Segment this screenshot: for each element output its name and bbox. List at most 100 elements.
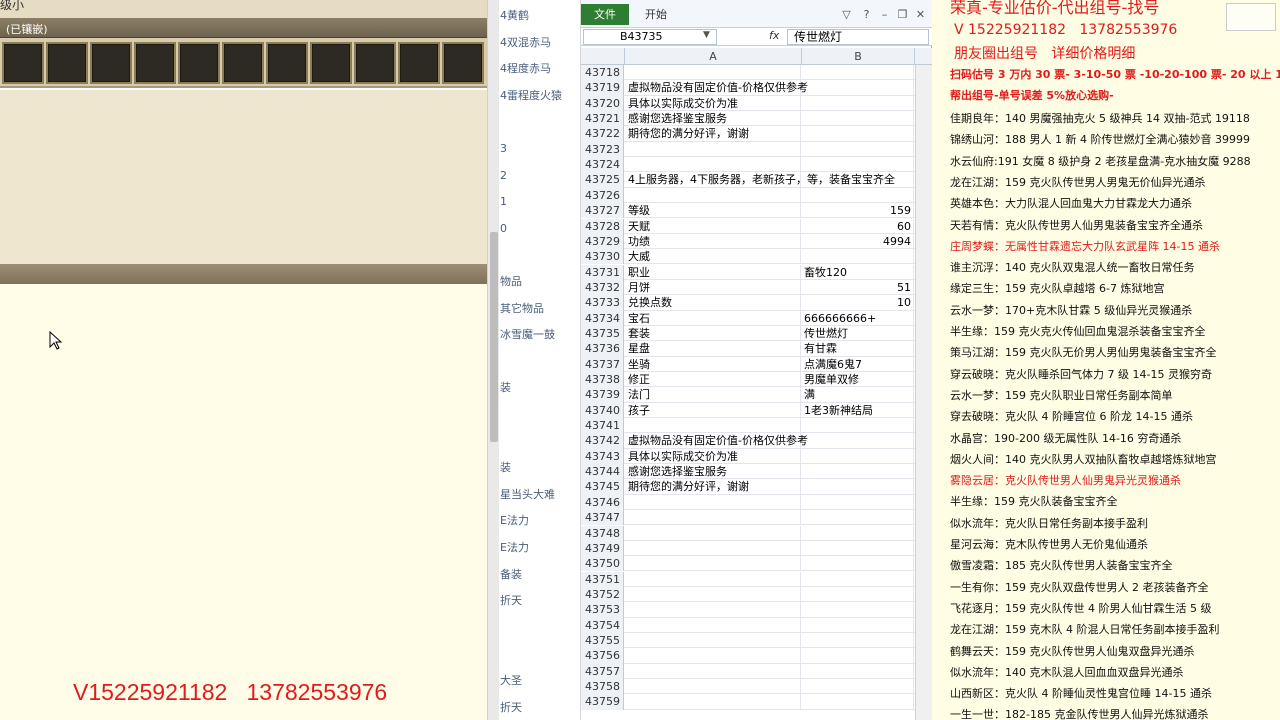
- cell-b[interactable]: [802, 479, 914, 495]
- list-item[interactable]: [499, 348, 580, 376]
- inventory-slot[interactable]: [310, 42, 352, 84]
- row-number[interactable]: 43735: [581, 325, 624, 342]
- cell-b[interactable]: [802, 157, 914, 173]
- list-item[interactable]: 折天: [499, 587, 580, 615]
- row-number[interactable]: 43722: [581, 126, 624, 142]
- cell-a[interactable]: [626, 648, 801, 664]
- list-item[interactable]: 备装: [499, 561, 580, 589]
- cell-b[interactable]: 点满魔6鬼7: [802, 356, 914, 372]
- cell-a[interactable]: 期待您的满分好评，谢谢: [626, 479, 801, 495]
- cell-b[interactable]: [802, 494, 914, 511]
- cell-a[interactable]: [626, 663, 801, 679]
- list-item[interactable]: 0: [499, 215, 580, 243]
- cell-a[interactable]: 具体以实际成交价为准: [626, 95, 801, 111]
- row-number[interactable]: 43752: [581, 586, 624, 603]
- list-item[interactable]: E法力: [499, 534, 580, 562]
- cell-a[interactable]: 功绩: [626, 233, 801, 250]
- row-number[interactable]: 43741: [581, 418, 624, 434]
- inventory-slot[interactable]: [354, 42, 396, 84]
- cell-a[interactable]: [626, 187, 801, 204]
- cell-b[interactable]: [802, 249, 914, 265]
- cell-b[interactable]: [802, 172, 914, 188]
- select-all-corner[interactable]: [581, 48, 625, 65]
- row-number[interactable]: 43743: [581, 448, 624, 465]
- cell-b[interactable]: [802, 126, 914, 142]
- row-number[interactable]: 43755: [581, 632, 624, 649]
- list-item[interactable]: 4双混赤马: [499, 29, 580, 57]
- cell-a[interactable]: 具体以实际成交价为准: [626, 448, 801, 465]
- left-scrollbar[interactable]: [487, 0, 499, 720]
- row-number[interactable]: 43736: [581, 341, 624, 357]
- cell-a[interactable]: [626, 617, 801, 633]
- list-item[interactable]: 4雷程度火猿: [499, 82, 580, 110]
- cell-b[interactable]: [802, 586, 914, 603]
- cell-a[interactable]: [626, 418, 801, 434]
- inventory-slot[interactable]: [442, 42, 484, 84]
- row-number[interactable]: 43721: [581, 111, 624, 127]
- cell-a[interactable]: 期待您的满分好评，谢谢: [626, 126, 801, 142]
- cell-a[interactable]: 大威: [626, 249, 801, 265]
- row-number[interactable]: 43727: [581, 203, 624, 219]
- cell-b[interactable]: [802, 556, 914, 572]
- inventory-slot[interactable]: [266, 42, 308, 84]
- cell-b[interactable]: 畜牧120: [802, 264, 914, 280]
- cell-b[interactable]: 159: [802, 203, 914, 219]
- list-item[interactable]: [499, 428, 580, 456]
- row-number[interactable]: 43725: [581, 172, 624, 188]
- list-item[interactable]: 星当头大难: [499, 481, 580, 509]
- cell-b[interactable]: [802, 418, 914, 434]
- row-number[interactable]: 43730: [581, 249, 624, 265]
- cell-a[interactable]: [626, 571, 801, 587]
- cell-a[interactable]: [626, 540, 801, 557]
- cell-b[interactable]: [802, 663, 914, 679]
- row-number[interactable]: 43758: [581, 679, 624, 695]
- cell-b[interactable]: [802, 187, 914, 204]
- list-item[interactable]: 其它物品: [499, 295, 580, 323]
- cell-b[interactable]: [802, 464, 914, 480]
- row-number[interactable]: 43747: [581, 510, 624, 526]
- name-box-dropdown-icon[interactable]: ▼: [703, 30, 710, 40]
- cell-b[interactable]: 4994: [802, 233, 914, 250]
- list-item[interactable]: 冰雪魔一鼓: [499, 321, 580, 349]
- column-header-a[interactable]: A: [625, 48, 802, 65]
- name-box[interactable]: B43735: [583, 29, 717, 45]
- tab-home[interactable]: 开始: [645, 4, 667, 25]
- inventory-slot[interactable]: [2, 42, 44, 84]
- cell-a[interactable]: [626, 679, 801, 695]
- cell-a[interactable]: 感谢您选择鉴宝服务: [626, 464, 801, 480]
- row-number[interactable]: 43754: [581, 617, 624, 633]
- row-number[interactable]: 43759: [581, 694, 624, 710]
- list-item[interactable]: [499, 640, 580, 668]
- cell-b[interactable]: 10: [802, 295, 914, 311]
- row-number[interactable]: 43728: [581, 218, 624, 234]
- row-number[interactable]: 43739: [581, 387, 624, 403]
- row-number[interactable]: 43719: [581, 80, 624, 96]
- row-number[interactable]: 43756: [581, 648, 624, 664]
- list-item[interactable]: 4黄鹤: [499, 2, 580, 30]
- cell-b[interactable]: [802, 510, 914, 526]
- cell-b[interactable]: 51: [802, 279, 914, 296]
- cell-a[interactable]: 宝石: [626, 310, 801, 326]
- restore-icon[interactable]: ❐: [896, 8, 909, 21]
- list-item[interactable]: 大圣: [499, 667, 580, 695]
- inventory-slot[interactable]: [178, 42, 220, 84]
- cell-a[interactable]: 法门: [626, 387, 801, 403]
- cell-b[interactable]: 满: [802, 387, 914, 403]
- cell-a[interactable]: [626, 141, 801, 158]
- cell-a[interactable]: [626, 632, 801, 649]
- row-number[interactable]: 43737: [581, 356, 624, 372]
- row-number[interactable]: 43750: [581, 556, 624, 572]
- fx-icon[interactable]: fx: [769, 29, 779, 42]
- cell-a[interactable]: [626, 602, 801, 618]
- row-number[interactable]: 43753: [581, 602, 624, 618]
- formula-input[interactable]: 传世燃灯: [787, 29, 929, 45]
- cell-a[interactable]: 职业: [626, 264, 801, 280]
- cell-a[interactable]: [626, 65, 801, 81]
- list-item[interactable]: [499, 614, 580, 642]
- list-item[interactable]: [499, 401, 580, 429]
- inventory-slot[interactable]: [134, 42, 176, 84]
- cell-b[interactable]: [802, 65, 914, 81]
- list-item[interactable]: 2: [499, 162, 580, 190]
- cell-a[interactable]: [626, 525, 801, 541]
- chevron-down-icon[interactable]: ▽: [840, 8, 853, 21]
